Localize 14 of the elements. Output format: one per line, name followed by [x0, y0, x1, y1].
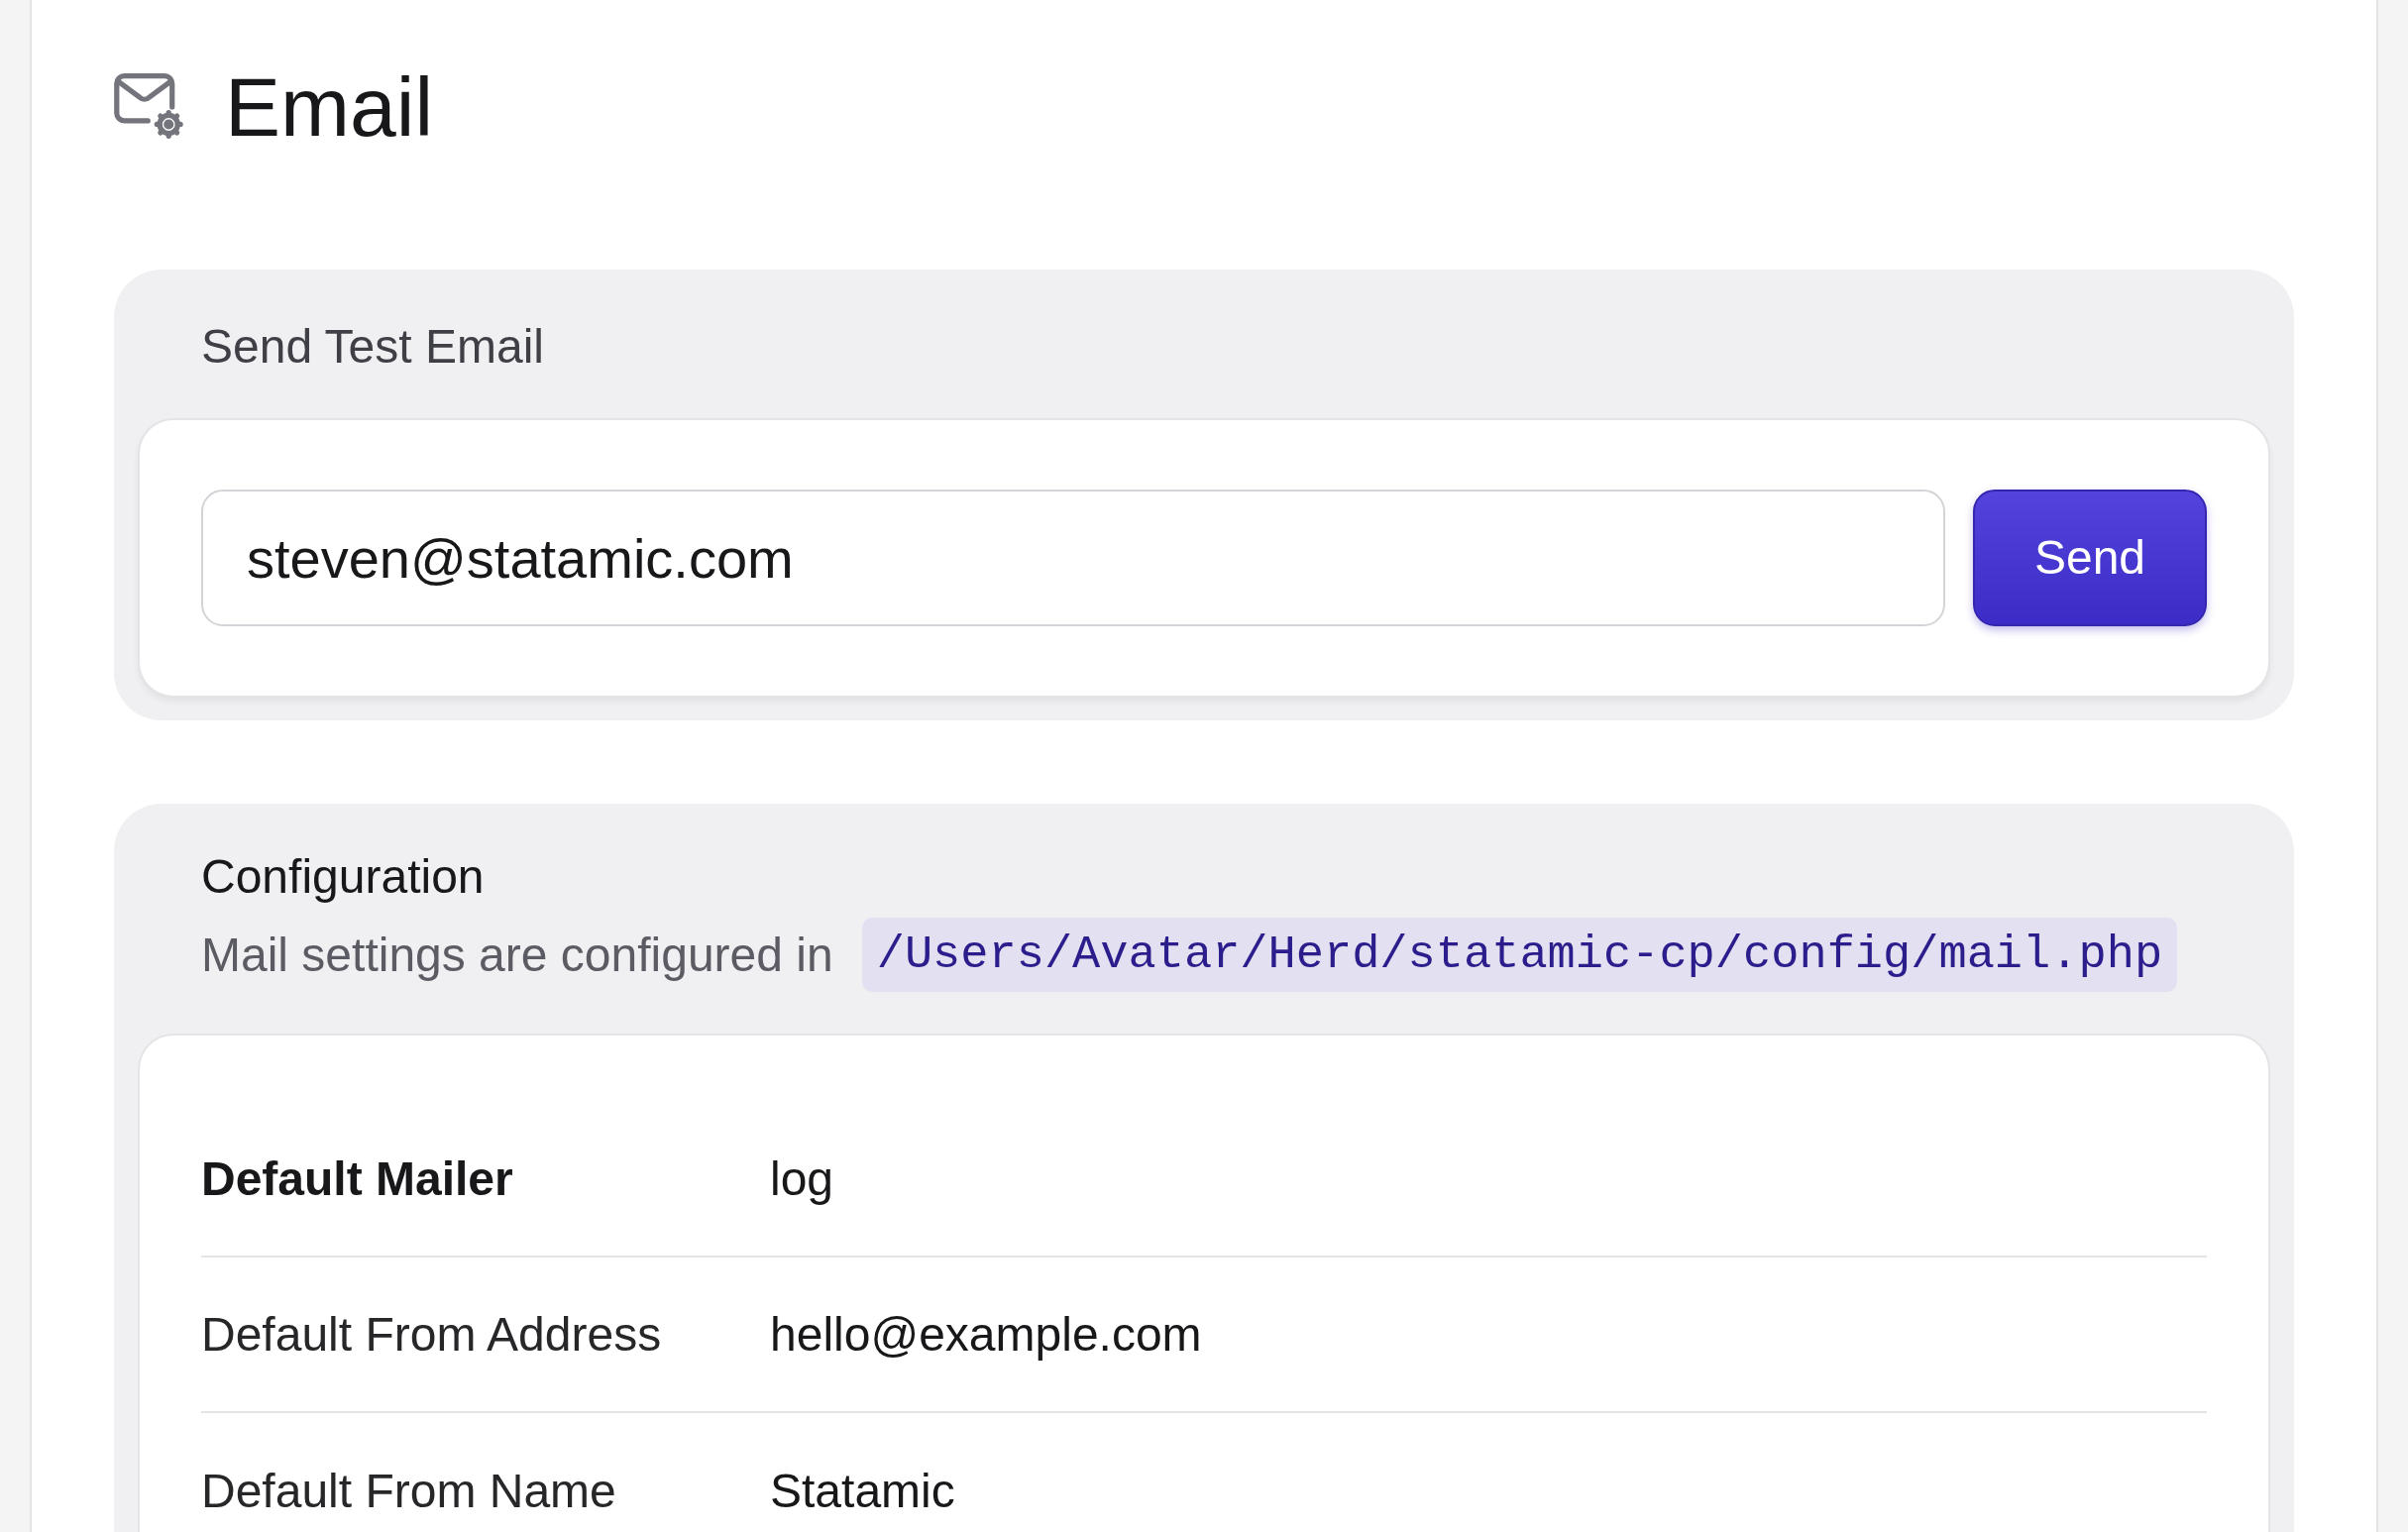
configuration-description: Mail settings are configured in [201, 927, 833, 983]
email-input-field[interactable]: steven@statamic.com [201, 490, 1945, 626]
setting-label: Default From Name [201, 1463, 617, 1519]
setting-label: Default Mailer [201, 1150, 514, 1207]
mail-gear-icon [114, 72, 185, 142]
config-file-path: /Users/Avatar/Herd/statamic-cp/config/mail.php [861, 918, 2178, 992]
panel-title: Send Test Email [201, 319, 544, 375]
setting-value: hello@example.com [770, 1306, 1202, 1363]
page-title: Email [225, 65, 434, 149]
send-button[interactable]: Send [1973, 490, 2207, 626]
setting-value: Statamic [770, 1463, 955, 1519]
setting-label: Default From Address [201, 1306, 663, 1363]
panel-title: Configuration [201, 849, 485, 905]
setting-value: log [770, 1150, 834, 1207]
